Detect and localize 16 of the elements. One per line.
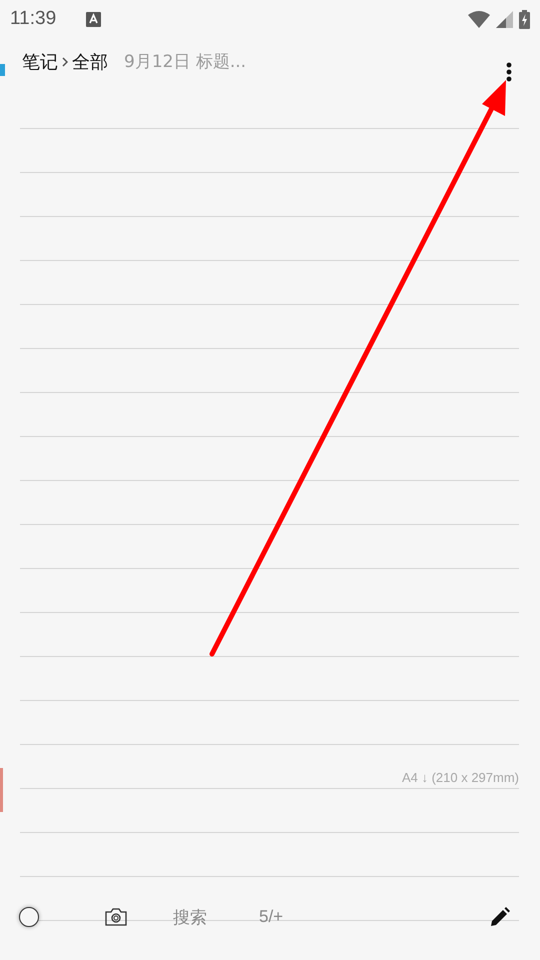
status-time: 11:39	[10, 8, 56, 30]
wifi-icon	[468, 10, 490, 28]
battery-icon	[519, 10, 530, 28]
section-marker	[0, 64, 5, 76]
note-title: 9月12日 标题...	[124, 51, 246, 73]
pencil-icon[interactable]	[490, 907, 510, 927]
camera-icon[interactable]	[105, 908, 127, 926]
chevron-icon	[62, 56, 68, 66]
page-marker	[0, 768, 3, 812]
menu-icon[interactable]	[506, 62, 512, 82]
page-size-label: A4 ↓ (210 x 297mm)	[402, 770, 519, 787]
color-picker-button[interactable]	[19, 907, 39, 927]
breadcrumb-link[interactable]: 笔记	[22, 50, 58, 74]
breadcrumb-link[interactable]: 全部	[72, 50, 108, 74]
keyboard-notification-icon	[86, 12, 102, 26]
signal-icon	[496, 10, 513, 28]
